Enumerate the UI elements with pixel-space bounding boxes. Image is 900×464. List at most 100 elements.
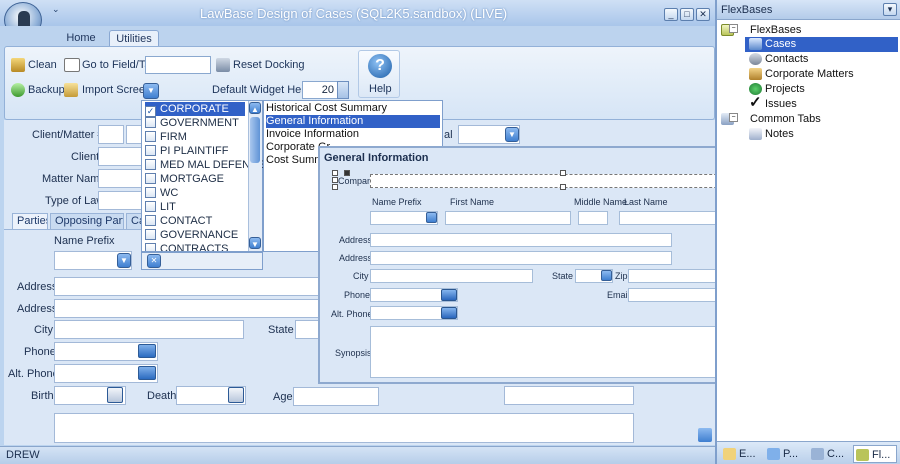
- checkbox-icon[interactable]: [145, 243, 156, 251]
- checkbox-icon[interactable]: [145, 131, 156, 142]
- widget-height-input[interactable]: 20: [302, 81, 338, 99]
- checkbox-icon[interactable]: [145, 145, 156, 156]
- goto-field-input[interactable]: [145, 56, 211, 74]
- import-screen-button[interactable]: Import Screen: [82, 84, 151, 96]
- checklist-item[interactable]: ✓ CORPORATE: [145, 102, 245, 117]
- footer-tab-flexbases[interactable]: Fl...: [853, 445, 897, 463]
- address-input-1[interactable]: [370, 233, 672, 247]
- checkbox-icon[interactable]: [145, 215, 156, 226]
- footer-tab-c[interactable]: C...: [809, 445, 849, 463]
- import-screen-dropdown-icon[interactable]: ▼: [143, 83, 159, 99]
- import-checklist-dropdown: ✓ CORPORATE GOVERNMENT FIRM PI PLAINTIFF …: [141, 100, 265, 252]
- checkbox-icon[interactable]: [145, 117, 156, 128]
- type-of-law-label: Type of Law: [45, 195, 105, 207]
- minimize-button[interactable]: _: [664, 8, 678, 21]
- address-input-2[interactable]: [370, 251, 672, 265]
- tab-partial[interactable]: Ca: [126, 213, 142, 230]
- widget-height-spinner[interactable]: [337, 81, 349, 99]
- first-name-input[interactable]: [445, 211, 571, 225]
- clean-button[interactable]: Clean: [28, 59, 57, 71]
- checklist-item[interactable]: MED MAL DEFENSE: [145, 158, 265, 172]
- screen-list-item[interactable]: Historical Cost Summary: [266, 102, 440, 115]
- footer-tab-p[interactable]: P...: [765, 445, 805, 463]
- checklist-item[interactable]: GOVERNANCE: [145, 228, 245, 242]
- side-panel-pin-icon[interactable]: ▾: [883, 3, 897, 16]
- birth-calendar-icon[interactable]: [107, 387, 123, 403]
- backup-button[interactable]: Backup: [28, 84, 65, 96]
- alt-phone-label: Alt. Phone: [8, 368, 59, 380]
- last-name-label: Last Name: [624, 197, 668, 207]
- scroll-up-icon[interactable]: ▲: [249, 102, 261, 114]
- checkbox-icon[interactable]: [145, 173, 156, 184]
- tab-parties[interactable]: Parties: [12, 213, 48, 230]
- checkbox-icon[interactable]: [145, 187, 156, 198]
- city-label: City: [34, 324, 53, 336]
- phone-dial-icon[interactable]: [138, 344, 156, 358]
- client-input[interactable]: [98, 147, 142, 166]
- name-prefix-dropdown-icon[interactable]: ▼: [117, 253, 131, 268]
- scroll-thumb[interactable]: [250, 117, 260, 163]
- checkbox-icon[interactable]: [145, 229, 156, 240]
- footer-tab-icon: [723, 448, 736, 460]
- help-button[interactable]: ? Help: [358, 50, 400, 98]
- resize-handle[interactable]: [560, 170, 566, 176]
- reset-docking-button[interactable]: Reset Docking: [233, 59, 305, 71]
- panel-title: General Information: [324, 152, 429, 164]
- collapse-icon[interactable]: −: [729, 113, 738, 122]
- name-prefix-dropdown-icon[interactable]: [426, 212, 437, 223]
- age-input[interactable]: [293, 387, 379, 406]
- address-label-1: Address: [339, 235, 373, 245]
- checklist-item[interactable]: FIRM: [145, 130, 245, 144]
- address-input-2[interactable]: [54, 299, 334, 318]
- close-icon[interactable]: ✕: [147, 254, 161, 268]
- notes-icon: [749, 128, 762, 140]
- tab-opposing-party[interactable]: Opposing Party: [50, 213, 124, 230]
- middle-name-input[interactable]: [578, 211, 608, 225]
- scroll-down-icon[interactable]: ▼: [249, 237, 261, 249]
- header-select-dropdown-icon[interactable]: ▼: [505, 127, 519, 142]
- notes-textarea[interactable]: [54, 413, 634, 443]
- middle-name-label: Middle Name: [574, 197, 628, 207]
- type-of-law-input[interactable]: [98, 191, 142, 210]
- import-screen-icon: [64, 83, 78, 97]
- resize-handle[interactable]: [560, 184, 566, 190]
- checklist-item[interactable]: CONTACT: [145, 214, 245, 228]
- extra-input[interactable]: [504, 386, 634, 405]
- maximize-button[interactable]: □: [680, 8, 694, 21]
- state-dropdown-icon[interactable]: [601, 270, 612, 281]
- screen-list-item[interactable]: General Information: [266, 115, 440, 128]
- screen-list-item[interactable]: Invoice Information: [266, 128, 440, 141]
- reset-docking-icon: [216, 58, 230, 72]
- checklist-item[interactable]: CONTRACTS: [145, 242, 245, 251]
- checklist-item[interactable]: LIT: [145, 200, 245, 214]
- footer-tab-icon: [811, 448, 824, 460]
- footer-tab-e[interactable]: E...: [721, 445, 761, 463]
- tree-item-cases[interactable]: Cases: [745, 37, 898, 52]
- checkbox-icon[interactable]: [145, 201, 156, 212]
- city-input[interactable]: [54, 320, 244, 339]
- tab-utilities[interactable]: Utilities: [109, 30, 159, 46]
- quick-access-chevron-icon[interactable]: ⌄: [52, 4, 66, 16]
- status-user: DREW: [6, 449, 40, 461]
- checkbox-icon[interactable]: [145, 159, 156, 170]
- checklist-item[interactable]: PI PLAINTIFF: [145, 144, 245, 158]
- alt-phone-dial-icon[interactable]: [441, 307, 457, 319]
- footer-tab-icon: [856, 449, 869, 461]
- flexbases-side-panel: FlexBases ▾ − FlexBases Cases Contacts Co…: [715, 0, 900, 464]
- checklist-item[interactable]: WC: [145, 186, 245, 200]
- phone-dial-icon[interactable]: [441, 289, 457, 301]
- checklist-scrollbar[interactable]: ▲ ▼: [248, 101, 262, 251]
- tab-home[interactable]: Home: [60, 30, 102, 46]
- close-button[interactable]: ✕: [696, 8, 710, 21]
- checklist-item[interactable]: GOVERNMENT: [145, 116, 245, 130]
- checklist-item[interactable]: MORTGAGE: [145, 172, 245, 186]
- collapse-icon[interactable]: −: [729, 24, 738, 33]
- alt-phone-dial-icon[interactable]: [138, 366, 156, 380]
- client-matter-input[interactable]: [98, 125, 124, 144]
- first-name-label: First Name: [450, 197, 495, 207]
- scroll-down-icon[interactable]: [698, 428, 712, 442]
- death-calendar-icon[interactable]: [228, 387, 244, 403]
- city-input[interactable]: [370, 269, 533, 283]
- matter-name-input[interactable]: [98, 169, 142, 188]
- address-input-1[interactable]: [54, 277, 334, 296]
